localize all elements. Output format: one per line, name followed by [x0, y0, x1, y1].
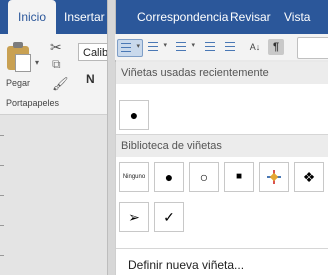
font-name-field[interactable]: Calib [78, 43, 108, 61]
bullets-icon [121, 43, 131, 53]
filled-circle-icon: ● [164, 169, 174, 185]
tab-inicio[interactable]: Inicio [8, 0, 57, 38]
bold-button[interactable]: N [86, 72, 95, 86]
four-color-star-icon [267, 170, 281, 184]
arrowhead-icon: ➢ [128, 209, 140, 225]
hollow-circle-icon: ○ [199, 169, 209, 185]
sort-button[interactable]: A↓ [247, 39, 263, 55]
bullet-option-checkmark[interactable]: ✓ [154, 202, 184, 232]
define-new-bullet-menu-item[interactable]: Definir nueva viñeta... [116, 255, 328, 275]
decrease-indent-button[interactable] [202, 39, 218, 55]
scissors-icon[interactable]: ✂ [50, 39, 62, 56]
checkmark-icon: ✓ [163, 209, 175, 225]
tab-insertar[interactable]: Insertar [64, 0, 105, 34]
paste-icon[interactable] [7, 42, 31, 72]
paragraph-group: ▾ ▾ ▾ A↓ ¶ [115, 34, 328, 60]
multilevel-list-icon [176, 42, 186, 52]
bullet-library-heading: Biblioteca de viñetas [116, 135, 328, 157]
bullet-option-square[interactable]: ■ [224, 162, 254, 192]
tab-correspondencia[interactable]: Correspondencia [137, 0, 228, 34]
decrease-indent-icon [205, 42, 215, 52]
copy-icon[interactable]: ⧉ [52, 57, 61, 72]
chevron-down-icon: ▾ [136, 43, 140, 50]
tab-vista[interactable]: Vista [284, 0, 310, 34]
increase-indent-button[interactable] [222, 39, 238, 55]
numbering-button[interactable]: ▾ [145, 39, 169, 55]
paste-label: Pegar [6, 78, 31, 88]
ruler-tick [0, 225, 4, 226]
recent-bullet-option[interactable]: ● [119, 100, 149, 130]
bullet-option-arrowhead[interactable]: ➢ [119, 202, 149, 232]
recent-bullets-heading: Viñetas usadas recientemente [116, 62, 328, 84]
bullet-option-diamond[interactable]: ❖ [294, 162, 324, 192]
bullet-option-filled-circle[interactable]: ● [154, 162, 184, 192]
ruler-tick [0, 255, 4, 256]
ruler-tick [0, 165, 4, 166]
increase-indent-icon [225, 42, 235, 52]
format-painter-icon[interactable]: 🖌 [52, 76, 69, 92]
numbering-icon [148, 42, 158, 52]
document-canvas[interactable] [0, 115, 107, 275]
chevron-down-icon: ▾ [191, 42, 195, 49]
bullet-option-hollow-circle[interactable]: ○ [189, 162, 219, 192]
ruler-tick [0, 135, 4, 136]
pilcrow-icon: ¶ [272, 41, 280, 53]
filled-square-icon: ■ [235, 171, 243, 182]
ribbon-tab-bar: Inicio Insertar Correspondencia Revisar … [0, 0, 328, 38]
sort-icon: A↓ [249, 42, 261, 52]
bullets-dropdown-menu: Viñetas usadas recientemente ● Bibliotec… [115, 62, 328, 275]
filled-circle-icon: ● [129, 107, 139, 123]
clipboard-group: ▾ ✂ ⧉ 🖌 Pegar Portapapeles Calib N [0, 34, 108, 115]
styles-gallery[interactable] [297, 37, 328, 59]
bullet-option-none[interactable]: Ninguno [119, 162, 149, 192]
chevron-down-icon: ▾ [163, 42, 167, 49]
ruler-tick [0, 195, 4, 196]
none-label: Ninguno [122, 174, 146, 180]
bullet-option-star[interactable] [259, 162, 289, 192]
bullets-button[interactable]: ▾ [117, 39, 143, 57]
diamond-cluster-icon: ❖ [302, 169, 316, 185]
clipboard-group-label: Portapapeles [6, 98, 60, 108]
paste-dropdown-caret-icon[interactable]: ▾ [35, 58, 39, 67]
tab-revisar[interactable]: Revisar [230, 0, 271, 34]
multilevel-list-button[interactable]: ▾ [173, 39, 197, 55]
menu-divider [116, 248, 328, 249]
show-marks-button[interactable]: ¶ [268, 39, 284, 55]
